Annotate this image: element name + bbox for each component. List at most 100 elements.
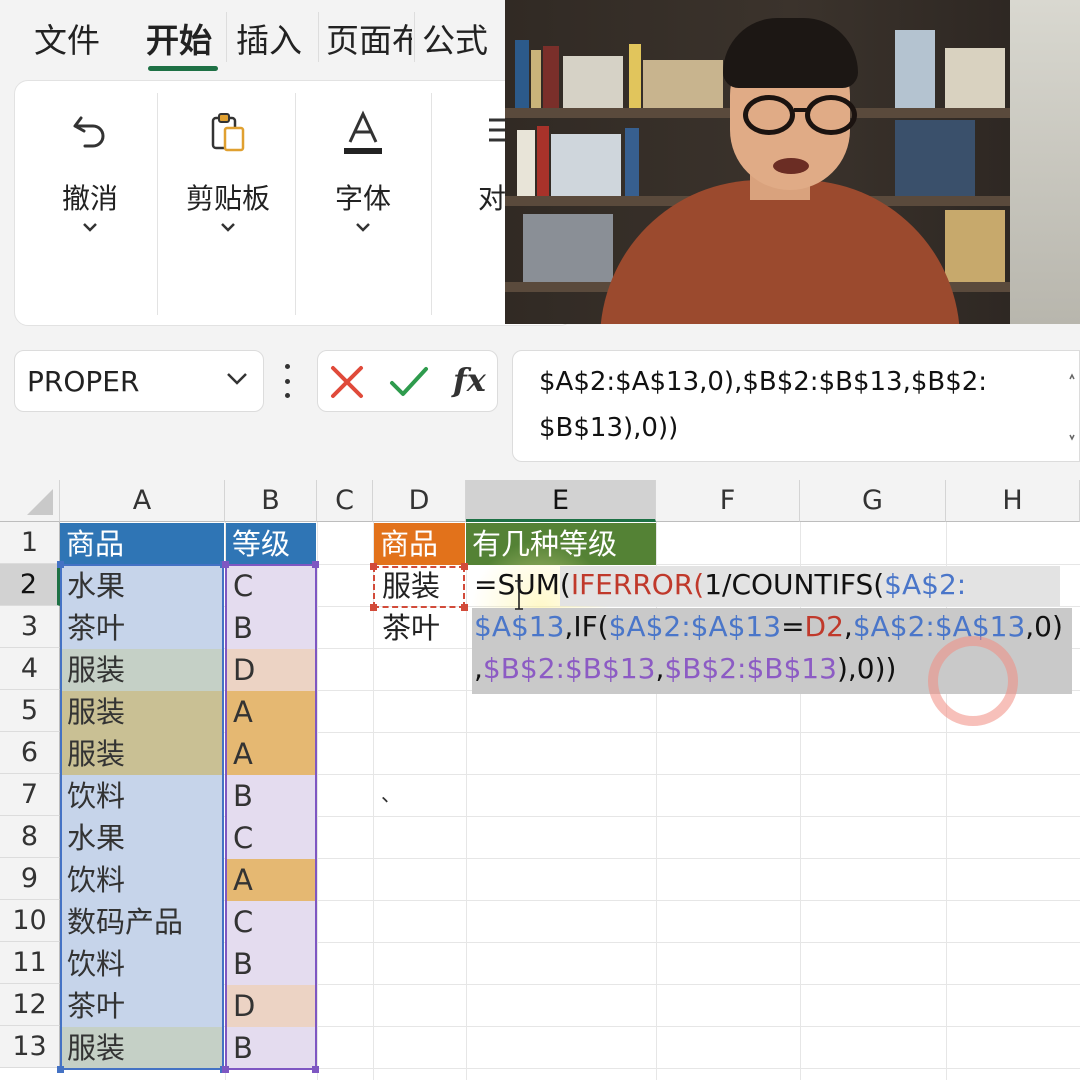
tab-home[interactable]: 开始 <box>146 14 212 62</box>
stray-mark: 、 <box>381 782 401 806</box>
name-box-value: PROPER <box>27 365 140 398</box>
insert-function-button[interactable]: fx <box>453 361 486 399</box>
book <box>523 214 613 282</box>
column-header-b[interactable]: B <box>225 480 317 522</box>
row-header-3[interactable]: 3 <box>0 606 60 648</box>
reference-highlight-d2 <box>373 566 465 608</box>
row-header-8[interactable]: 8 <box>0 816 60 858</box>
more-options-icon[interactable] <box>282 364 292 398</box>
row-header-4[interactable]: 4 <box>0 648 60 690</box>
tab-divider <box>414 12 415 62</box>
editor-formula-line: =SUM(IFERROR(1/COUNTIFS($A$2: <box>474 568 966 601</box>
row-header-13[interactable]: 13 <box>0 1026 60 1068</box>
tab-formulas[interactable]: 公式 <box>422 14 488 62</box>
column-header-g[interactable]: G <box>800 480 946 522</box>
font-color-icon <box>298 103 428 163</box>
column-header-f[interactable]: F <box>656 480 800 522</box>
range-resize-handle[interactable] <box>222 561 229 568</box>
formula-token: $A$2:$A$13 <box>852 610 1026 643</box>
formula-token: ,IF( <box>564 610 609 643</box>
cell-d3[interactable]: 茶叶 <box>376 607 464 649</box>
cell-b1[interactable]: 等级 <box>226 523 316 565</box>
cancel-x-icon[interactable] <box>328 363 366 405</box>
glasses-lens <box>805 95 857 135</box>
book <box>517 130 535 196</box>
chevron-down-icon[interactable] <box>163 221 293 233</box>
row-header-5[interactable]: 5 <box>0 690 60 732</box>
formula-token: = <box>781 610 805 643</box>
chevron-down-icon[interactable] <box>25 221 155 233</box>
ribbon-group-clipboard[interactable]: 剪贴板 <box>163 81 293 327</box>
chevron-down-icon[interactable] <box>225 371 249 391</box>
tab-insert[interactable]: 插入 <box>236 14 302 62</box>
formula-token: $B$2:$B$13 <box>664 652 837 685</box>
group-divider <box>157 93 158 315</box>
column-header-c[interactable]: C <box>317 480 373 522</box>
editor-formula-line: ,$B$2:$B$13,$B$2:$B$13),0)) <box>474 652 896 685</box>
range-resize-handle[interactable] <box>312 1066 319 1073</box>
row-header-1[interactable]: 1 <box>0 522 60 564</box>
book <box>643 60 723 108</box>
formula-token: $A$13 <box>474 610 565 643</box>
book <box>945 48 1005 108</box>
formula-token: ,0) <box>1025 610 1063 643</box>
tab-page-layout[interactable]: 页面布 <box>326 14 412 62</box>
column-header-a[interactable]: A <box>60 480 225 522</box>
row-header-11[interactable]: 11 <box>0 942 60 984</box>
tab-file[interactable]: 文件 <box>34 14 100 62</box>
glasses-bridge <box>794 108 808 112</box>
row-header-2[interactable]: 2 <box>0 564 60 606</box>
cell-a1[interactable]: 商品 <box>60 523 224 565</box>
book <box>531 50 541 108</box>
tab-divider <box>318 12 319 62</box>
formula-token: 1/COUNTIFS( <box>704 568 885 601</box>
book <box>625 128 639 196</box>
chevron-down-icon[interactable] <box>298 221 428 233</box>
group-divider <box>295 93 296 315</box>
range-resize-handle[interactable] <box>222 1066 229 1073</box>
book <box>945 210 1005 282</box>
formula-token: D2 <box>804 610 844 643</box>
formula-scroll-arrows[interactable] <box>1069 367 1075 447</box>
formula-text-line: $A$2:$A$13,0),$B$2:$B$13,$B$2: <box>539 367 988 397</box>
formula-token: ,0)) <box>847 652 897 685</box>
row-header-6[interactable]: 6 <box>0 732 60 774</box>
webcam-overlay <box>505 0 1080 324</box>
select-all-button[interactable] <box>0 480 60 522</box>
ribbon-group-undo[interactable]: 撤消 <box>25 81 155 327</box>
window-light <box>1010 0 1080 324</box>
ribbon-group-font[interactable]: 字体 <box>298 81 428 327</box>
column-header-h[interactable]: H <box>946 480 1080 522</box>
book <box>551 134 621 196</box>
ribbon-panel: 撤消 剪贴板 字体 对齐 <box>14 80 574 326</box>
enter-check-icon[interactable] <box>388 363 430 405</box>
row-header-9[interactable]: 9 <box>0 858 60 900</box>
formula-token: ) <box>836 652 848 685</box>
range-resize-handle[interactable] <box>57 561 64 568</box>
name-box[interactable]: PROPER <box>14 350 264 412</box>
mouse-cursor-indicator <box>928 636 1018 726</box>
book <box>515 40 529 108</box>
range-highlight-a <box>60 564 224 1070</box>
active-tab-indicator <box>148 66 218 71</box>
grid-line <box>317 522 318 1080</box>
range-resize-handle[interactable] <box>57 1066 64 1073</box>
row-header-7[interactable]: 7 <box>0 774 60 816</box>
clipboard-icon <box>163 103 293 163</box>
clipboard-label: 剪贴板 <box>185 182 270 215</box>
range-resize-handle[interactable] <box>312 561 319 568</box>
cell-d1[interactable]: 商品 <box>374 523 465 565</box>
row-header-12[interactable]: 12 <box>0 984 60 1026</box>
book <box>537 126 549 196</box>
group-divider <box>431 93 432 315</box>
glasses-lens <box>743 95 795 135</box>
book <box>563 56 623 108</box>
book <box>895 30 935 108</box>
formula-token: $A$2:$A$13 <box>608 610 782 643</box>
formula-input[interactable]: $A$2:$A$13,0),$B$2:$B$13,$B$2: $B$13),0)… <box>512 350 1080 462</box>
column-header-d[interactable]: D <box>373 480 466 522</box>
tab-divider <box>226 12 227 62</box>
formula-token: $B$2:$B$13 <box>482 652 656 685</box>
column-header-e[interactable]: E <box>466 480 656 522</box>
row-header-10[interactable]: 10 <box>0 900 60 942</box>
